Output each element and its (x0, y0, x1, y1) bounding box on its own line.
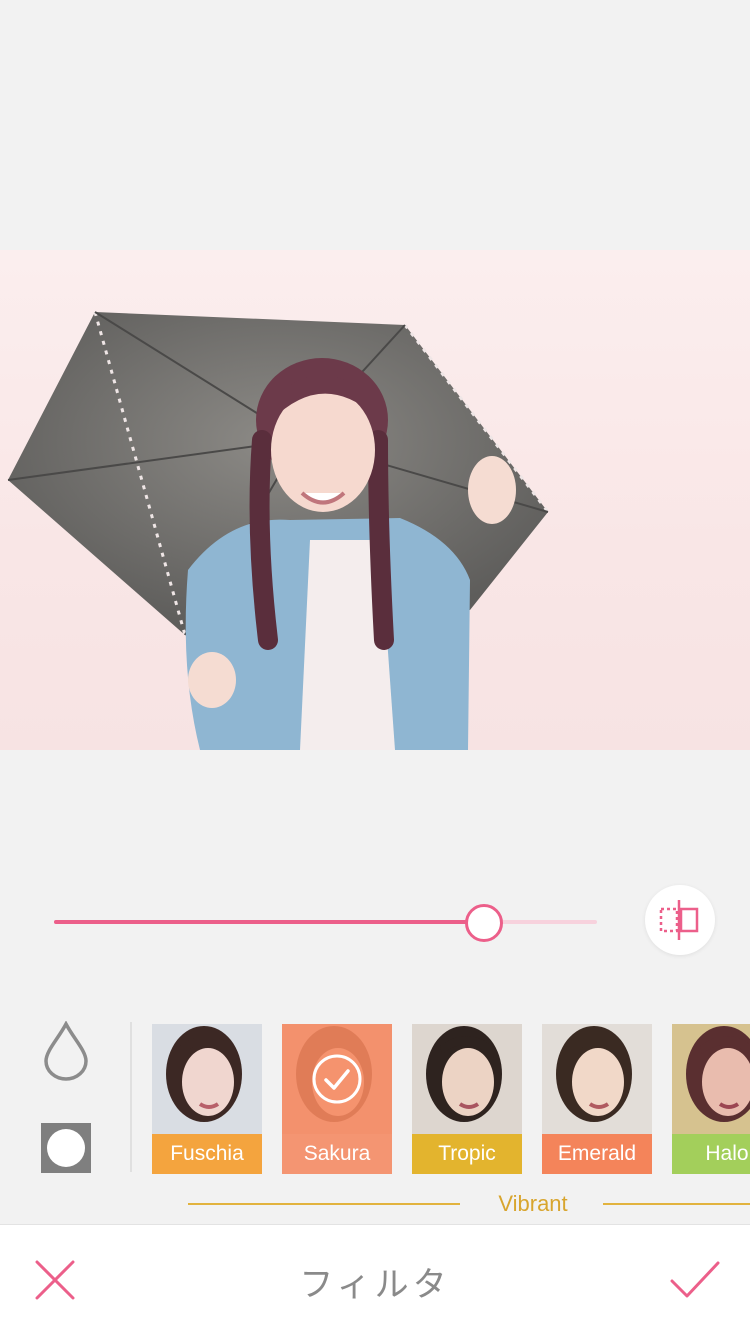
filter-label: Emerald (542, 1134, 652, 1174)
selected-check-icon (312, 1054, 362, 1104)
slider-fill (54, 920, 483, 924)
vignette-icon (41, 1123, 91, 1173)
filter-thumb-halo[interactable]: Halo (672, 1024, 750, 1174)
filter-label: Halo (672, 1134, 750, 1174)
droplet-icon (44, 1021, 88, 1081)
filter-category: Vibrant (188, 1190, 750, 1218)
checkmark-icon[interactable] (668, 1257, 722, 1303)
screen-title: フィルタ (299, 1266, 451, 1304)
filter-strip[interactable]: Fuschia Sakura Tropic Emerald Halo (152, 1024, 750, 1174)
filter-label: Tropic (412, 1134, 522, 1174)
slider-handle[interactable] (464, 904, 503, 942)
category-name: Vibrant (498, 1191, 568, 1216)
category-line-left (188, 1203, 460, 1205)
filter-thumb-tropic[interactable]: Tropic (412, 1024, 522, 1174)
filter-thumb-sakura[interactable]: Sakura (282, 1024, 392, 1174)
photo-image (7, 311, 550, 750)
tools-divider (130, 1022, 132, 1172)
photo-preview (0, 250, 750, 750)
filter-preview-image (412, 1024, 522, 1134)
filter-thumb-emerald[interactable]: Emerald (542, 1024, 652, 1174)
compare-button[interactable] (645, 885, 715, 955)
filter-preview-image (542, 1024, 652, 1134)
intensity-slider[interactable] (54, 903, 597, 942)
bottom-toolbar: フィルタ (0, 1224, 750, 1335)
filter-thumb-fuschia[interactable]: Fuschia (152, 1024, 262, 1174)
compare-split-icon (659, 900, 699, 940)
droplet-tool-button[interactable] (40, 1020, 92, 1082)
category-line-right (603, 1203, 750, 1205)
vignette-tool-button[interactable] (40, 1122, 92, 1174)
filter-preview-image (152, 1024, 262, 1134)
filter-preview-image (672, 1024, 750, 1134)
filter-label: Fuschia (152, 1134, 262, 1174)
filter-label: Sakura (303, 1142, 371, 1165)
